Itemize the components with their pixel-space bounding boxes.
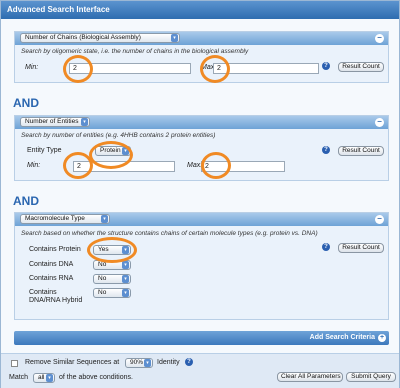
advanced-search-panel: Advanced Search Interface Number of Chai…	[0, 0, 400, 388]
select-value: Yes	[98, 246, 109, 253]
chevron-down-icon: ▾	[122, 147, 129, 155]
select-value: No	[98, 289, 107, 296]
contains-protein-select[interactable]: Yes ▾	[93, 245, 131, 255]
result-count-button[interactable]: Result Count	[338, 146, 384, 156]
entity-type-label: Entity Type	[27, 147, 62, 154]
select-value: No	[98, 275, 107, 282]
criteria-type-value: Number of Chains (Biological Assembly)	[25, 34, 141, 41]
chevron-down-icon: ▾	[122, 289, 129, 297]
row-label-hybrid: Contains DNA/RNA Hybrid	[29, 289, 83, 304]
and-connector: AND	[13, 96, 39, 110]
select-value: No	[98, 261, 107, 268]
identity-select[interactable]: 90% ▾	[125, 358, 153, 368]
max-input[interactable]: 2	[201, 161, 285, 172]
min-label: Min:	[27, 162, 41, 169]
help-icon[interactable]: ?	[322, 62, 330, 70]
panel-title: Advanced Search Interface	[1, 1, 399, 19]
match-value: all	[38, 374, 45, 381]
result-count-button[interactable]: Result Count	[338, 62, 384, 72]
chevron-down-icon: ▾	[101, 215, 108, 223]
collapse-icon[interactable]: −	[375, 34, 384, 43]
row-label-dna: Contains DNA	[29, 261, 74, 268]
criteria-description: Search based on whether the structure co…	[21, 230, 318, 237]
remove-similar-label: Remove Similar Sequences at	[25, 359, 120, 366]
criteria-header: Number of Entities ▾ −	[15, 116, 388, 129]
chevron-down-icon: ▾	[122, 275, 129, 283]
footer-bar: Remove Similar Sequences at 90% ▾ Identi…	[1, 353, 399, 388]
row-label-protein: Contains Protein	[29, 246, 81, 253]
identity-label: Identity	[157, 359, 180, 366]
contains-dna-select[interactable]: No ▾	[93, 260, 131, 270]
contains-rna-select[interactable]: No ▾	[93, 274, 131, 284]
chevron-down-icon: ▾	[171, 34, 178, 42]
criteria-box-entities: Number of Entities ▾ − Search by number …	[14, 115, 389, 181]
criteria-header: Macromolecule Type ▾ −	[15, 213, 388, 226]
clear-all-button[interactable]: Clear All Parameters	[277, 372, 343, 382]
help-icon[interactable]: ?	[322, 146, 330, 154]
match-label: Match	[9, 374, 29, 381]
submit-query-button[interactable]: Submit Query	[346, 372, 396, 382]
help-icon[interactable]: ?	[185, 358, 193, 366]
row-label-rna: Contains RNA	[29, 275, 74, 282]
criteria-description: Search by oligomeric state, i.e. the num…	[21, 48, 249, 55]
result-count-button[interactable]: Result Count	[338, 243, 384, 253]
max-label: Max:	[187, 162, 203, 169]
entity-type-value: Protein	[100, 147, 121, 154]
match-select[interactable]: all ▾	[33, 373, 55, 383]
identity-value: 90%	[130, 359, 144, 366]
and-connector: AND	[13, 194, 39, 208]
criteria-type-value: Number of Entities	[25, 118, 79, 125]
entity-type-select[interactable]: Protein ▾	[95, 146, 131, 156]
criteria-type-select[interactable]: Macromolecule Type ▾	[20, 214, 110, 224]
min-input[interactable]: 2	[73, 161, 175, 172]
chevron-down-icon: ▾	[144, 359, 151, 367]
criteria-header: Number of Chains (Biological Assembly) ▾…	[15, 32, 388, 45]
add-search-criteria-bar[interactable]: Add Search Criteria +	[14, 331, 389, 345]
min-label: Min:	[25, 64, 39, 71]
collapse-icon[interactable]: −	[375, 215, 384, 224]
criteria-type-select[interactable]: Number of Entities ▾	[20, 117, 90, 127]
chevron-down-icon: ▾	[122, 261, 129, 269]
contains-hybrid-select[interactable]: No ▾	[93, 288, 131, 298]
chevron-down-icon: ▾	[122, 246, 129, 254]
min-input[interactable]: 2	[69, 63, 191, 74]
chevron-down-icon: ▾	[81, 118, 88, 126]
criteria-box-chains: Number of Chains (Biological Assembly) ▾…	[14, 31, 389, 83]
add-search-criteria-label: Add Search Criteria	[309, 334, 375, 341]
criteria-type-select[interactable]: Number of Chains (Biological Assembly) ▾	[20, 33, 180, 43]
criteria-box-macromolecule: Macromolecule Type ▾ − Search based on w…	[14, 212, 389, 320]
plus-icon: +	[378, 334, 386, 342]
criteria-description: Search by number of entities (e.g. 4HHB …	[21, 132, 216, 139]
max-input[interactable]: 2	[213, 63, 319, 74]
collapse-icon[interactable]: −	[375, 118, 384, 127]
help-icon[interactable]: ?	[322, 243, 330, 251]
remove-similar-checkbox[interactable]	[11, 360, 18, 367]
conditions-label: of the above conditions.	[59, 374, 133, 381]
criteria-type-value: Macromolecule Type	[25, 215, 85, 222]
chevron-down-icon: ▾	[46, 374, 53, 382]
